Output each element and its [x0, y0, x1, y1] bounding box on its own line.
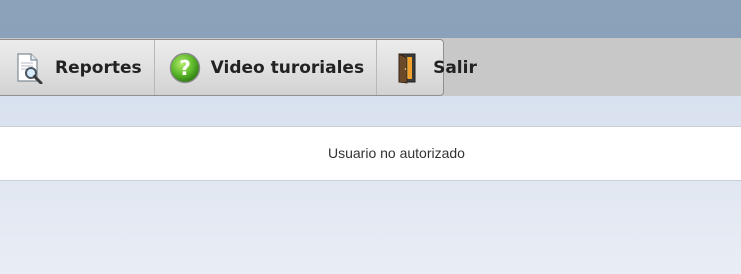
main-menu-bar: Reportes ? Video turoriales Salir [0, 39, 477, 96]
exit-door-icon [391, 52, 423, 84]
report-search-icon [13, 52, 45, 84]
menu-item-video-tutoriales[interactable]: ? Video turoriales [155, 40, 378, 95]
content-area [0, 181, 741, 274]
menu-label-salir: Salir [433, 57, 477, 78]
message-panel: Usuario no autorizado [0, 126, 741, 181]
menu-item-reportes[interactable]: Reportes [0, 40, 155, 95]
menu-label-reportes: Reportes [55, 57, 142, 78]
app-window: Reportes ? Video turoriales Salir Usuari… [0, 0, 741, 274]
top-banner [0, 0, 741, 38]
menu-item-salir[interactable]: Salir [377, 40, 489, 95]
svg-text:?: ? [179, 56, 191, 80]
help-question-icon: ? [169, 52, 201, 84]
menu-label-video-tutoriales: Video turoriales [210, 57, 365, 78]
sub-header-band [0, 96, 741, 126]
unauthorized-message: Usuario no autorizado [328, 144, 465, 161]
